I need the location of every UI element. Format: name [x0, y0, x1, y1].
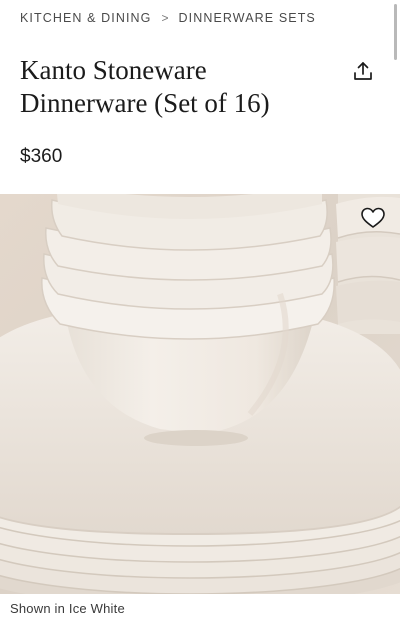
breadcrumb-kitchen-dining[interactable]: KITCHEN & DINING: [20, 11, 152, 25]
breadcrumb-dinnerware-sets[interactable]: DINNERWARE SETS: [179, 11, 316, 25]
color-caption: Shown in Ice White: [10, 601, 125, 616]
product-price: $360: [20, 146, 63, 167]
share-button[interactable]: [350, 58, 376, 84]
share-icon: [354, 62, 372, 80]
dinnerware-photo: [0, 194, 400, 594]
product-image[interactable]: [0, 194, 400, 594]
scrollbar[interactable]: [394, 4, 397, 60]
heart-icon: [361, 207, 385, 228]
favorite-button[interactable]: [358, 204, 388, 232]
breadcrumb-separator: >: [161, 11, 169, 25]
product-title: Kanto Stoneware Dinnerware (Set of 16): [20, 55, 270, 118]
breadcrumb: KITCHEN & DINING > DINNERWARE SETS: [20, 11, 316, 25]
